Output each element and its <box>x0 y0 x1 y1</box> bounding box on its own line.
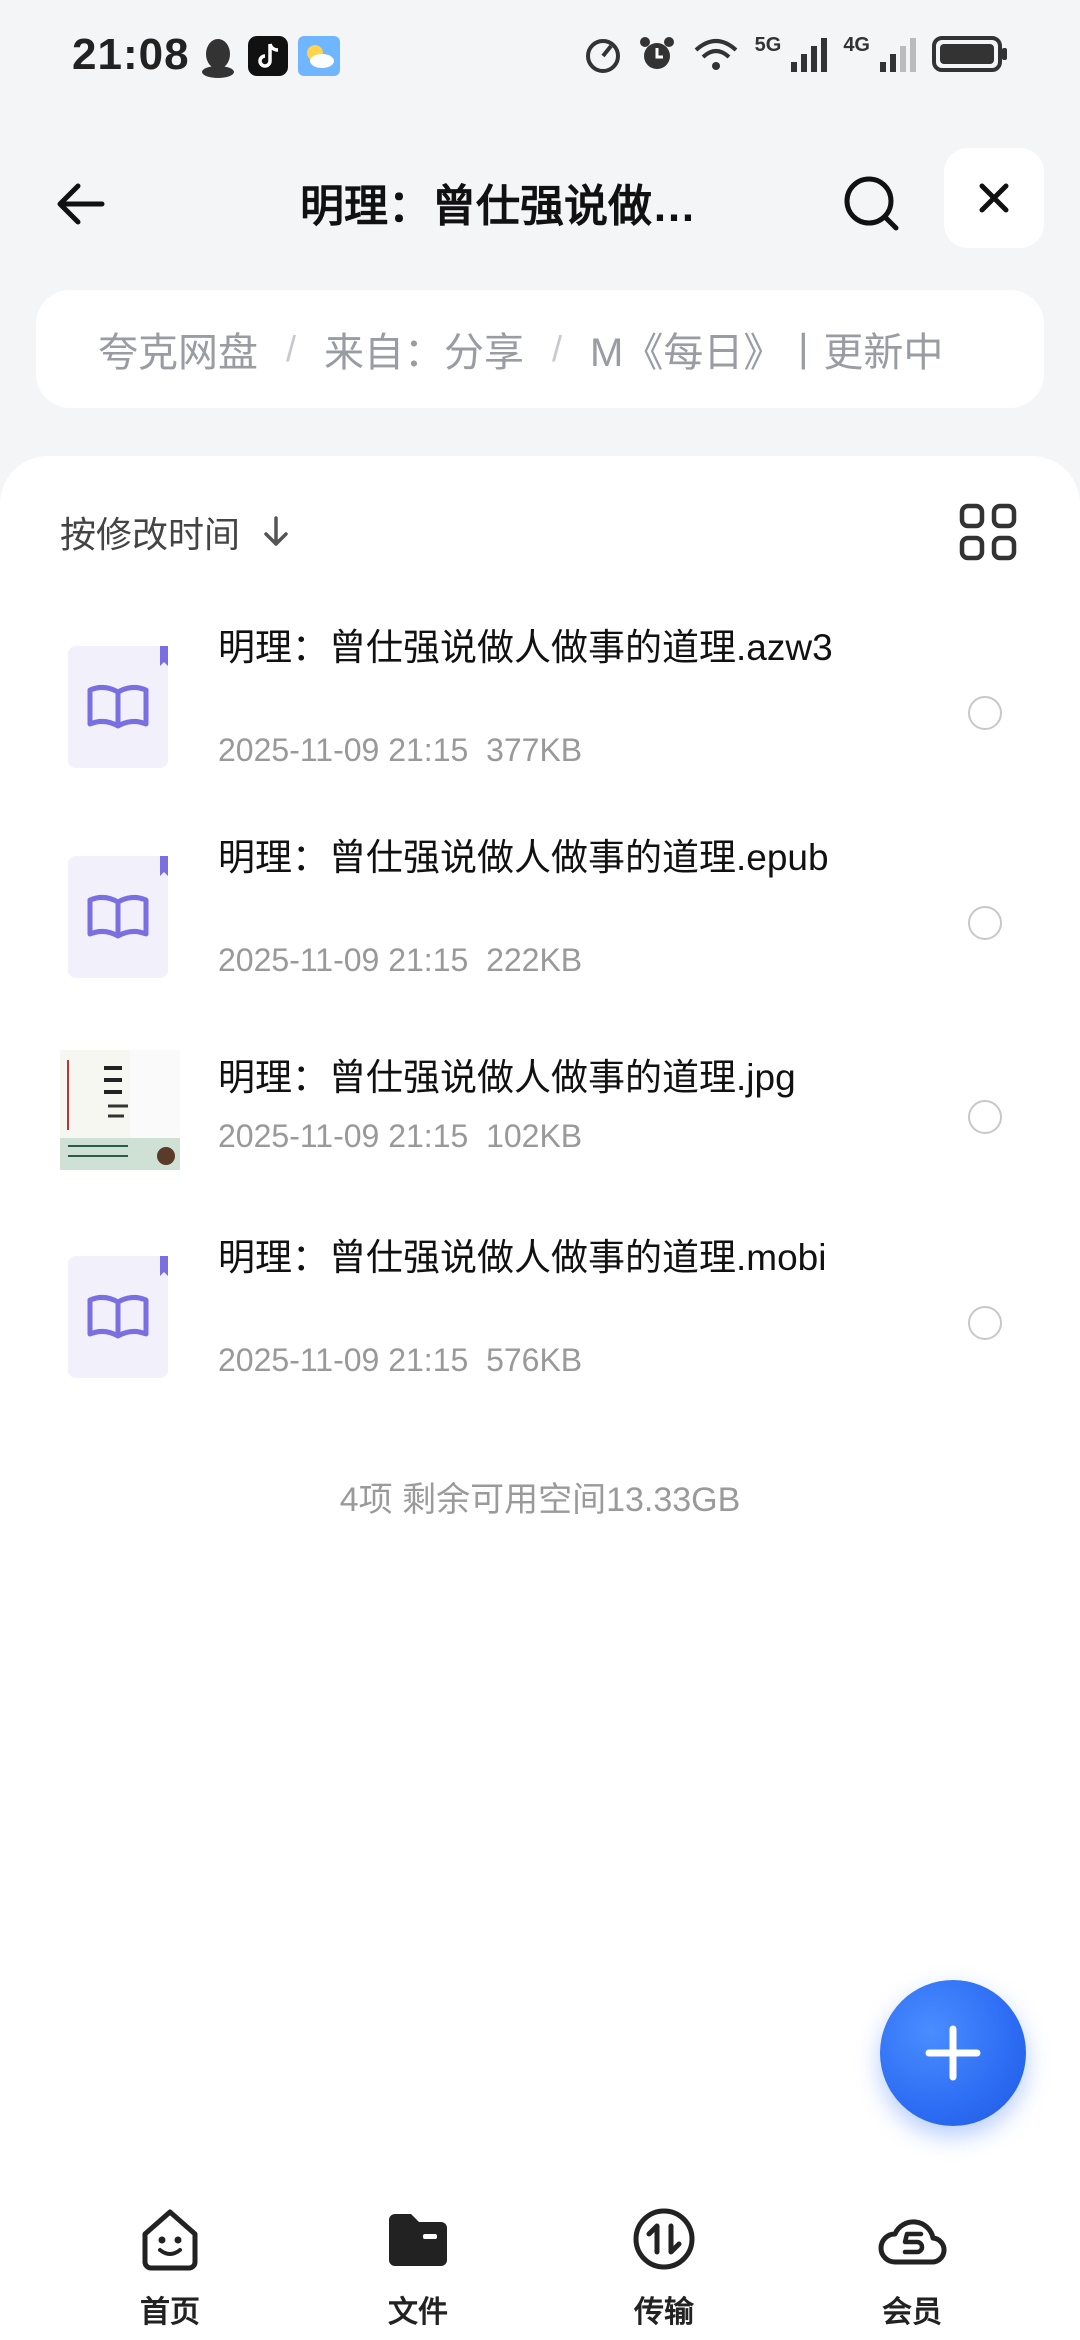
search-icon <box>844 176 899 231</box>
storage-summary: 4项 剩余可用空间13.33GB <box>339 1481 741 1519</box>
battery-icon <box>932 36 1007 72</box>
alarm-icon <box>639 37 674 69</box>
qq-icon <box>202 39 234 78</box>
breadcrumb-separator: / <box>286 328 297 369</box>
member-cloud-icon <box>878 2219 947 2265</box>
file-row[interactable]: 明理：曾仕强说做人做事的道理.azw3 2025-11-09 21:15 377… <box>0 606 1080 816</box>
close-icon <box>979 183 1009 213</box>
select-radio[interactable] <box>968 1100 1002 1134</box>
file-name: 明理：曾仕强说做人做事的道理.azw3 <box>218 627 833 668</box>
file-row[interactable]: 明理：曾仕强说做人做事的道理.epub 2025-11-09 21:15 222… <box>0 816 1080 1026</box>
page-title: 明理：曾仕强说做… <box>300 182 696 231</box>
file-meta: 2025-11-09 21:15 576KB <box>218 1342 583 1378</box>
sort-label: 按修改时间 <box>60 514 241 555</box>
ebook-icon <box>68 856 168 978</box>
back-button[interactable] <box>44 168 116 240</box>
back-arrow-icon <box>57 183 105 225</box>
transfer-icon <box>633 2208 695 2270</box>
nav-item-member[interactable]: 会员 <box>842 2204 982 2331</box>
file-name: 明理：曾仕强说做人做事的道理.epub <box>218 837 829 878</box>
select-radio[interactable] <box>968 696 1002 730</box>
smiley-home-icon <box>142 2209 198 2271</box>
signal-4g-icon <box>880 38 916 72</box>
breadcrumb-item-current-folder[interactable]: M《每日》丨更新中 <box>590 320 943 378</box>
signal-5g-icon <box>791 38 828 72</box>
file-meta: 2025-11-09 21:15 377KB <box>218 732 583 768</box>
bottom-nav: 首页 文件 传输 会员 <box>0 2180 1080 2340</box>
arrow-down-icon <box>264 516 288 546</box>
file-row[interactable]: 明理：曾仕强说做人做事的道理.jpg 2025-11-09 21:15 102K… <box>0 1026 1080 1216</box>
wifi-icon <box>694 39 737 70</box>
tiktok-icon <box>248 36 288 76</box>
plus-icon <box>925 2025 981 2081</box>
nav-item-files[interactable]: 文件 <box>348 2204 488 2331</box>
file-name: 明理：曾仕强说做人做事的道理.mobi <box>218 1237 827 1278</box>
network-4g-label: 4G <box>843 34 870 56</box>
nav-label: 传输 <box>634 2296 694 2329</box>
breadcrumb: 夸克网盘 / 来自：分享 / M《每日》丨更新中 <box>36 290 1044 408</box>
sort-button[interactable]: 按修改时间 <box>60 506 294 558</box>
network-5g-label: 5G <box>754 34 782 56</box>
close-button[interactable] <box>944 148 1044 248</box>
breadcrumb-separator: / <box>552 328 563 369</box>
weather-icon <box>298 36 340 76</box>
select-radio[interactable] <box>968 906 1002 940</box>
nav-label: 首页 <box>140 2296 200 2329</box>
nav-item-transfer[interactable]: 传输 <box>594 2204 734 2331</box>
status-time: 21:08 <box>72 30 190 79</box>
breadcrumb-item-shared[interactable]: 来自：分享 <box>324 320 524 378</box>
add-button[interactable] <box>880 1980 1026 2126</box>
image-thumbnail <box>60 1050 180 1170</box>
file-meta: 2025-11-09 21:15 222KB <box>218 942 583 978</box>
breadcrumb-item-quark-drive[interactable]: 夸克网盘 <box>98 320 258 378</box>
top-bar: 明理：曾仕强说做… <box>0 140 1080 260</box>
ebook-icon <box>68 646 168 768</box>
status-bar: 21:08 5G 4G <box>0 0 1080 120</box>
folder-icon <box>389 2214 447 2266</box>
search-button[interactable] <box>836 168 908 240</box>
nav-label: 会员 <box>882 2296 942 2329</box>
nav-item-home[interactable]: 首页 <box>100 2204 240 2331</box>
select-radio[interactable] <box>968 1306 1002 1340</box>
grid-view-icon[interactable] <box>956 500 1020 564</box>
file-name: 明理：曾仕强说做人做事的道理.jpg <box>218 1057 796 1098</box>
speedometer-icon <box>585 39 620 73</box>
nav-label: 文件 <box>388 2296 448 2329</box>
file-row[interactable]: 明理：曾仕强说做人做事的道理.mobi 2025-11-09 21:15 576… <box>0 1216 1080 1426</box>
file-meta: 2025-11-09 21:15 102KB <box>218 1118 583 1154</box>
ebook-icon <box>68 1256 168 1378</box>
